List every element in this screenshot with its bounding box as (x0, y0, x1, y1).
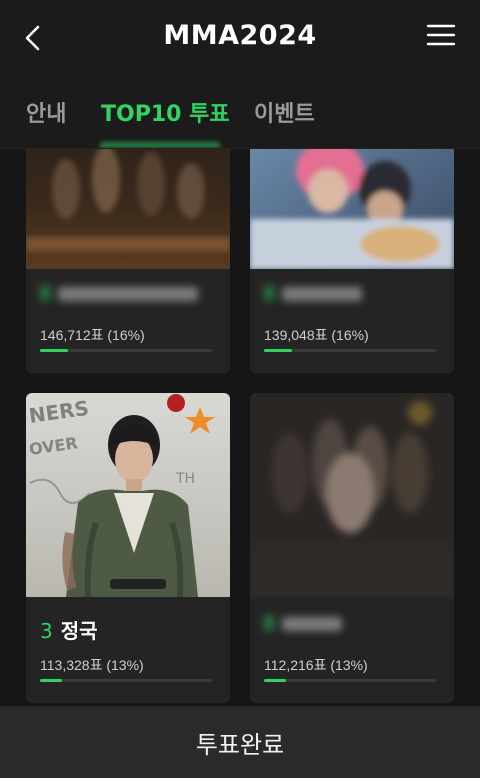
vote-progress-bar (40, 679, 212, 682)
tab-info[interactable]: 안내 (26, 96, 66, 128)
bottom-action-bar: 투표완료 (0, 706, 480, 778)
candidate-name-blurred (264, 285, 362, 301)
candidate-photo: NERS OVER TH (26, 393, 230, 597)
vote-progress-bar (40, 349, 212, 352)
candidate-photo (26, 149, 230, 269)
candidate-name-blurred (40, 285, 198, 301)
svg-text:TH: TH (175, 471, 195, 487)
rank-number: 3 (40, 619, 53, 643)
vote-complete-button[interactable]: 투표완료 (0, 706, 480, 778)
candidate-name-blurred (264, 615, 342, 631)
candidate-rank-name: 3 정국 (40, 615, 98, 644)
vote-progress-fill (40, 349, 68, 352)
vote-progress-bar (264, 679, 436, 682)
vote-count: 139,048표 (16%) (264, 327, 369, 343)
candidate-name: 정국 (60, 619, 98, 643)
hamburger-menu-icon[interactable] (426, 22, 456, 48)
vote-progress-fill (40, 679, 63, 682)
candidate-card[interactable]: 112,216표 (13%) (250, 393, 454, 703)
candidate-photo (250, 149, 454, 269)
vote-count: 112,216표 (13%) (264, 657, 368, 673)
tab-bar: 안내 TOP10 투표 이벤트 (0, 76, 480, 148)
candidate-card[interactable]: 146,712표 (16%) (26, 149, 230, 373)
candidate-photo (250, 393, 454, 597)
vote-progress-fill (264, 349, 292, 352)
page-title: MMA2024 (163, 20, 317, 51)
vote-count: 113,328표 (13%) (40, 657, 144, 673)
tab-top10-vote[interactable]: TOP10 투표 (101, 96, 230, 128)
vote-progress-fill (264, 679, 287, 682)
vote-progress-bar (264, 349, 436, 352)
candidate-card[interactable]: 139,048표 (16%) (250, 149, 454, 373)
top-app-bar: MMA2024 (0, 0, 480, 76)
tab-event[interactable]: 이벤트 (254, 96, 315, 128)
candidate-grid[interactable]: 146,712표 (16%) 139,048표 (16%) NERS OVER … (0, 149, 480, 706)
vote-count: 146,712표 (16%) (40, 327, 145, 343)
candidate-card[interactable]: NERS OVER TH 3 정국 113,328표 (13%) (26, 393, 230, 703)
